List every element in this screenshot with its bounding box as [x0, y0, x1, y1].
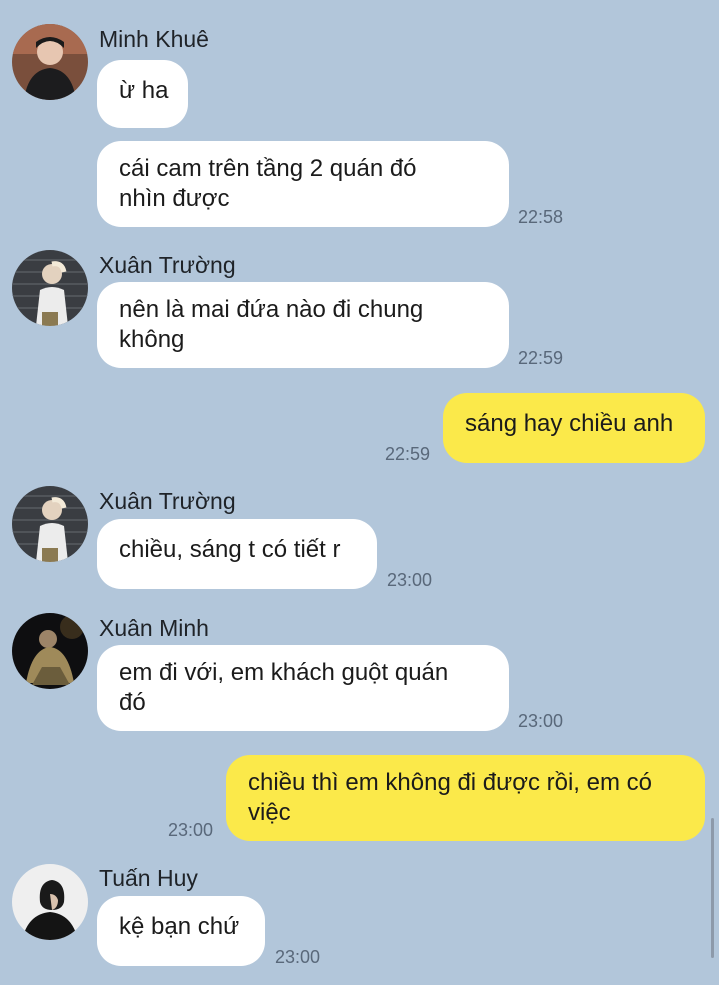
message-text-line: nên là mai đứa nào đi chung	[119, 296, 424, 323]
message-text-line: đó	[119, 689, 146, 716]
avatar-tuan-huy[interactable]	[12, 864, 88, 940]
message-bubble[interactable]: chiều, sáng t có tiết r	[97, 519, 377, 589]
message-text-line: không	[119, 326, 185, 353]
message-time: 23:00	[518, 711, 564, 731]
sender-name: Minh Khuê	[99, 26, 209, 52]
message-time: 23:00	[387, 570, 433, 590]
message-text: kệ bạn chứ	[119, 913, 240, 940]
message-bubble[interactable]: em đi với, em khách guột quán đó	[97, 645, 509, 731]
message-bubble[interactable]: kệ bạn chứ	[97, 896, 265, 966]
message-text-line: chiều thì em không đi được rồi, em có	[248, 769, 652, 796]
message-bubble[interactable]: ừ ha	[97, 60, 188, 128]
message-text-line: việc	[248, 799, 291, 826]
message-text-line: cái cam trên tầng 2 quán đó	[119, 155, 417, 182]
message-text: sáng hay chiều anh	[465, 410, 674, 437]
sender-name: Xuân Trường	[99, 488, 236, 514]
message-bubble[interactable]: nên là mai đứa nào đi chung không	[97, 282, 509, 368]
sender-name: Xuân Trường	[99, 252, 236, 278]
avatar-xuan-minh[interactable]	[12, 613, 88, 689]
message-text-line: nhìn được	[119, 185, 230, 212]
avatar-xuan-truong[interactable]	[12, 250, 88, 326]
avatar-xuan-truong[interactable]	[12, 486, 88, 562]
message-text: chiều, sáng t có tiết r	[119, 536, 341, 563]
message-time: 22:59	[518, 348, 564, 368]
message-time: 23:00	[168, 820, 214, 840]
scrollbar[interactable]	[711, 818, 714, 958]
message-time: 23:00	[275, 947, 321, 967]
message-bubble[interactable]: cái cam trên tầng 2 quán đó nhìn được	[97, 141, 509, 227]
message-text-line: em đi với, em khách guột quán	[119, 659, 449, 686]
message-text: ừ ha	[119, 77, 169, 104]
message-time: 22:59	[385, 444, 431, 464]
my-message-bubble[interactable]: sáng hay chiều anh	[443, 393, 705, 463]
message-time: 22:58	[518, 207, 564, 227]
my-message-bubble[interactable]: chiều thì em không đi được rồi, em có vi…	[226, 755, 705, 841]
sender-name: Xuân Minh	[99, 615, 209, 641]
avatar-minh-khue[interactable]	[12, 24, 88, 100]
sender-name: Tuấn Huy	[99, 865, 198, 891]
